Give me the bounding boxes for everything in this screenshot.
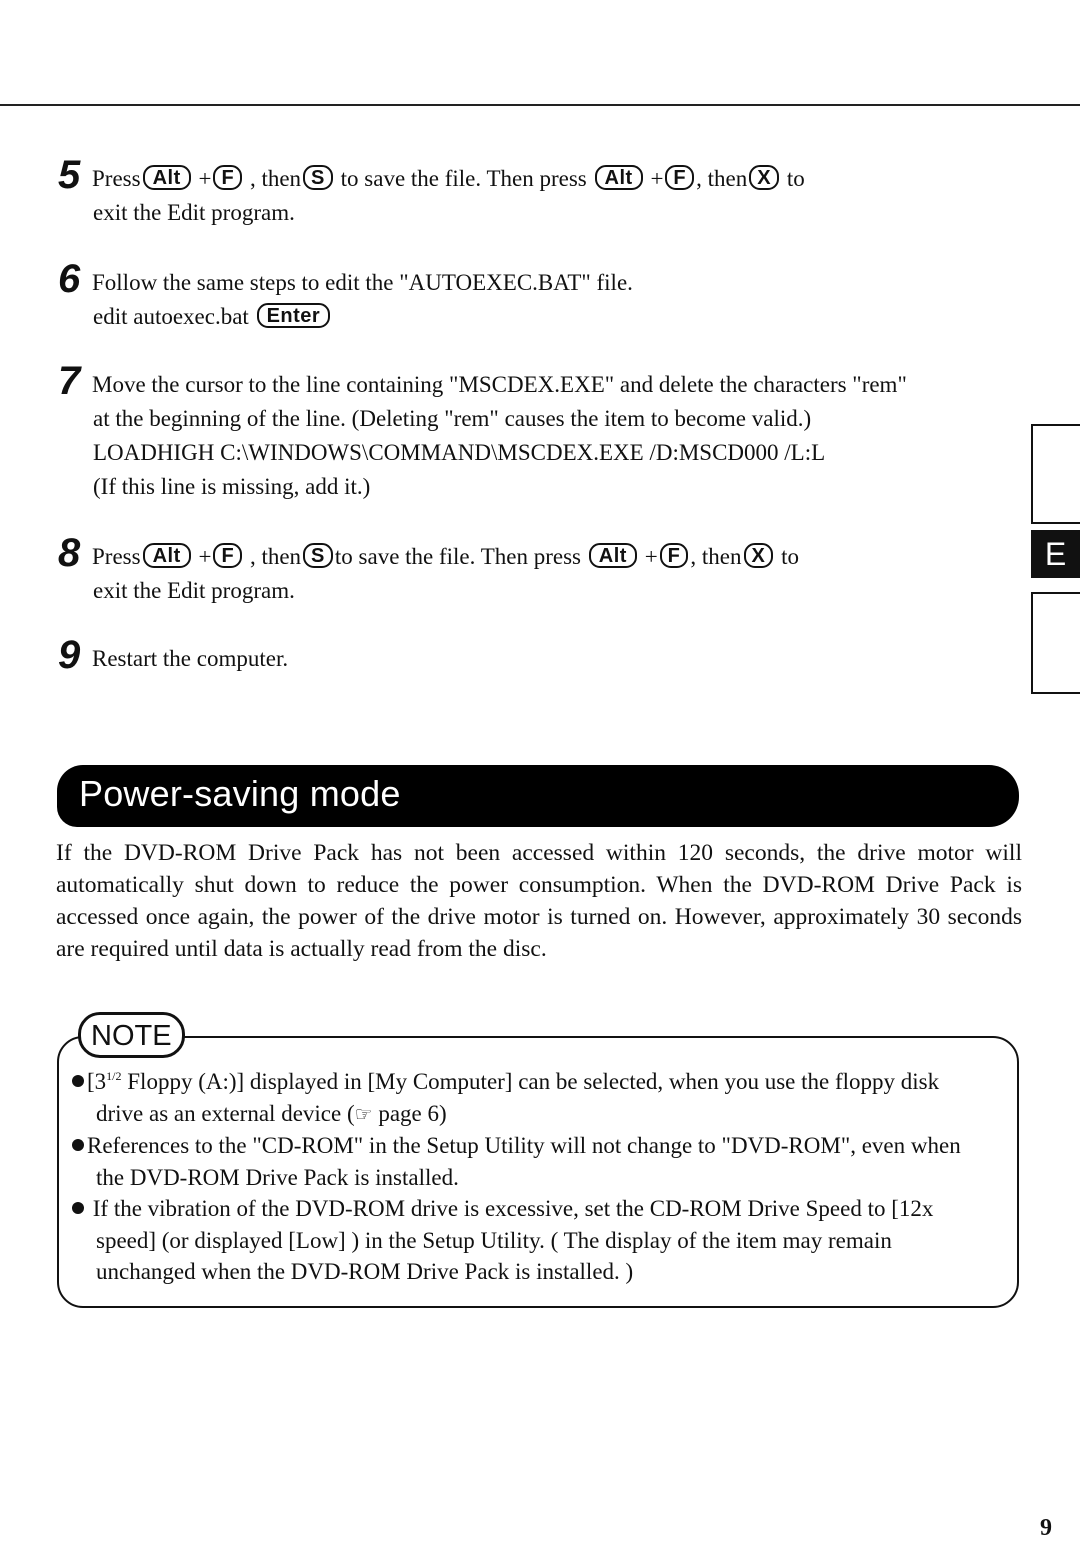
step-text: + [198,544,212,569]
page-number: 9 [1040,1515,1052,1541]
note-item: References to the "CD-ROM" in the Setup … [72,1130,992,1193]
note-list: [31/2 Floppy (A:)] displayed in [My Comp… [72,1066,992,1288]
fraction: 1/2 [106,1069,122,1083]
step-number: 5 [58,153,81,197]
key-x: X [749,165,780,190]
note-label: NOTE [78,1012,185,1058]
step-text: to [786,166,805,191]
step-text: Press [92,166,141,191]
step-text: + [650,166,664,191]
step-text: exit the Edit program. [93,578,295,603]
step-text: + [198,166,212,191]
bullet-icon [72,1139,84,1151]
key-f: F [665,165,695,190]
key-s: S [303,165,333,190]
section-paragraph: If the DVD-ROM Drive Pack has not been a… [56,840,1022,962]
side-tab-e: E [1031,530,1080,578]
key-f: F [659,543,689,568]
pointing-hand-icon: ☞ [354,1101,373,1126]
step-text: + [644,544,658,569]
step-text: , then [249,166,302,191]
side-index-box [1031,424,1080,524]
section-header: Power-saving mode [57,765,1019,827]
step-text: to [781,544,799,569]
command-line: LOADHIGH C:\WINDOWS\COMMAND\MSCDEX.EXE /… [93,440,826,465]
step-text: , then [690,544,742,569]
note-item: [31/2 Floppy (A:)] displayed in [My Comp… [72,1066,992,1130]
step-number: 6 [58,257,81,301]
step-text: , then [696,166,748,191]
step-text: , then [249,544,302,569]
step-text: Restart the computer. [92,646,289,671]
step-number: 8 [58,531,81,575]
step-text: to save the file. Then press [334,544,582,569]
key-enter: Enter [256,303,331,328]
key-alt: Alt [588,543,637,568]
bullet-icon [72,1075,84,1087]
side-index-box [1031,592,1080,694]
side-tab-label: E [1044,535,1067,572]
key-alt: Alt [142,543,191,568]
step-text: at the beginning of the line. (Deleting … [93,406,812,431]
note-text: Floppy (A:)] displayed in [My Computer] … [96,1069,940,1126]
key-alt: Alt [142,165,191,190]
header-rule [0,104,1080,106]
step-text: edit autoexec.bat [93,304,249,329]
step-text: (If this line is missing, add it.) [93,474,371,499]
step-7: 7 Move the cursor to the line containing … [58,359,907,504]
note-text: page 6) [372,1100,447,1126]
step-9: 9 Restart the computer. [58,633,289,677]
step-6: 6 Follow the same steps to edit the "AUTO… [58,257,633,334]
bullet-icon [72,1202,84,1214]
step-text: Press [92,544,141,569]
key-x: X [743,543,774,568]
key-s: S [303,543,333,568]
step-5: 5 Press Alt + F , then S to save the file. T… [58,153,805,230]
key-f: F [213,165,243,190]
step-number: 7 [58,359,81,403]
step-text: Follow the same steps to edit the "AUTOE… [92,270,633,295]
section-title: Power-saving mode [79,773,401,814]
key-alt: Alt [594,165,643,190]
step-text: Move the cursor to the line containing "… [92,372,907,397]
key-f: F [213,543,243,568]
step-text: to save the file. Then press [340,166,587,191]
step-text: exit the Edit program. [93,200,295,225]
note-item: If the vibration of the DVD-ROM drive is… [72,1193,992,1288]
note-text: If the vibration of the DVD-ROM drive is… [87,1196,934,1284]
note-text: References to the "CD-ROM" in the Setup … [87,1133,961,1190]
step-number: 9 [58,633,81,677]
note-text: [3 [87,1069,107,1094]
step-8: 8 Press Alt + F , then Sto save the file. Th… [58,531,799,608]
